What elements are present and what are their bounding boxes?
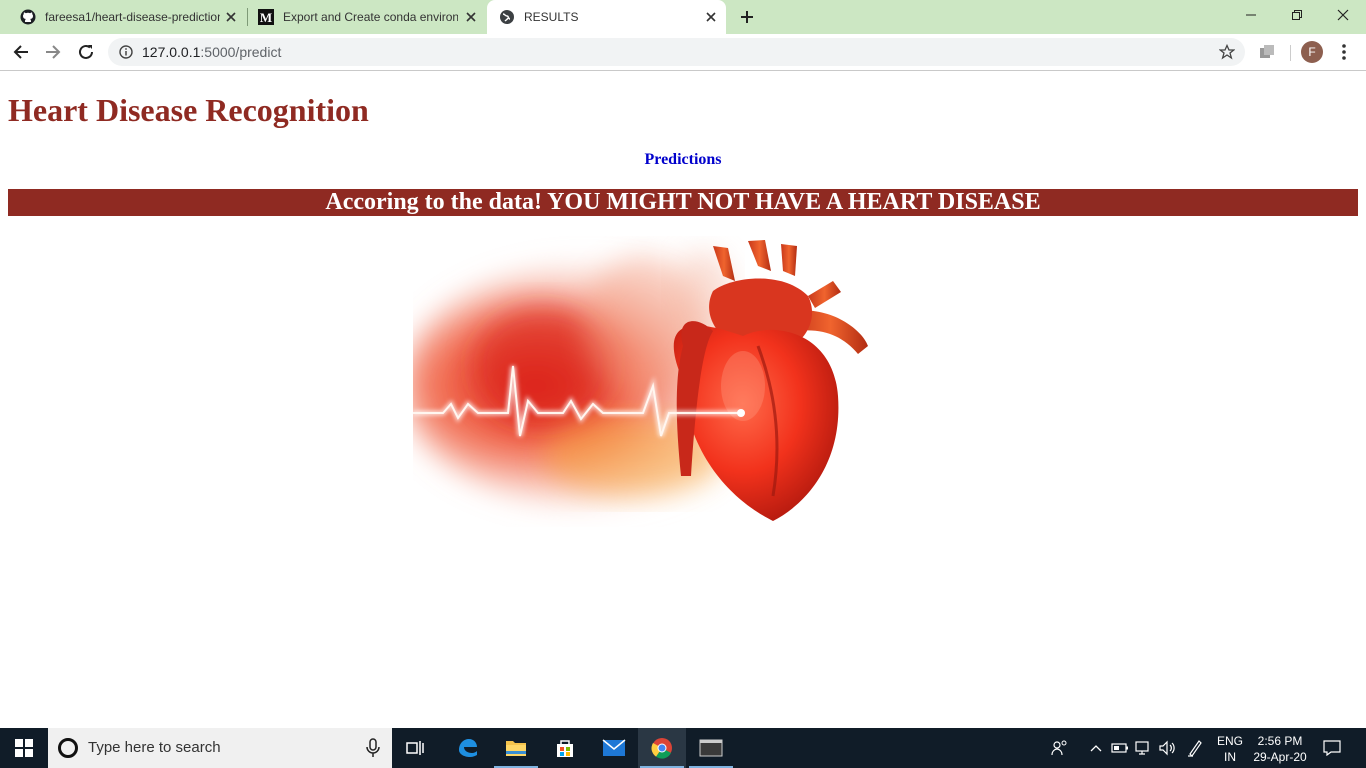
section-heading: Predictions: [644, 151, 722, 168]
close-icon[interactable]: [705, 11, 717, 23]
mail-icon: [602, 739, 626, 756]
clock-date: 29-Apr-20: [1253, 750, 1307, 764]
avatar[interactable]: F: [1301, 41, 1323, 63]
star-icon[interactable]: [1218, 43, 1236, 60]
edge-icon: [459, 739, 477, 757]
url-host: 127.0.0.1: [142, 44, 201, 60]
terminal-icon: [699, 739, 723, 757]
windows-logo-icon: [15, 739, 33, 757]
toolbar-separator: [1290, 45, 1291, 61]
medium-icon: M: [258, 9, 274, 25]
network-icon[interactable]: [1134, 738, 1154, 758]
start-button[interactable]: [0, 728, 48, 768]
chevron-up-icon[interactable]: [1086, 738, 1106, 758]
windows-taskbar: Type here to search ENG IN 2:56 PM 29-Ap…: [0, 728, 1366, 768]
kebab-menu-icon[interactable]: [1336, 43, 1352, 61]
region-code: IN: [1224, 750, 1236, 764]
tab-title: Export and Create conda environ: [283, 10, 458, 24]
address-bar[interactable]: 127.0.0.1:5000/predict: [108, 38, 1245, 66]
tab-github[interactable]: fareesa1/heart-disease-prediction: [0, 0, 246, 34]
taskbar-mail[interactable]: [590, 728, 638, 768]
forward-button[interactable]: [43, 42, 63, 62]
microphone-icon[interactable]: [366, 738, 380, 758]
close-window-button[interactable]: [1320, 0, 1366, 30]
extension-icon[interactable]: [1258, 43, 1276, 61]
taskbar-clock[interactable]: 2:56 PM 29-Apr-20: [1250, 733, 1310, 765]
people-icon[interactable]: [1050, 738, 1070, 758]
taskbar-search-box[interactable]: Type here to search: [48, 728, 392, 768]
chrome-icon: [651, 738, 672, 759]
tab-strip: fareesa1/heart-disease-prediction M Expo…: [0, 0, 1366, 34]
taskbar-store[interactable]: [541, 728, 589, 768]
tab-medium[interactable]: M Export and Create conda environ: [248, 0, 486, 34]
arrow-left-icon: [13, 45, 28, 59]
tab-title: RESULTS: [524, 10, 579, 24]
minimize-button[interactable]: [1228, 0, 1274, 30]
page-title: Heart Disease Recognition: [8, 92, 369, 128]
prediction-result-banner: Accoring to the data! YOU MIGHT NOT HAVE…: [8, 189, 1358, 216]
arrow-right-icon: [46, 45, 61, 59]
svg-text:M: M: [260, 10, 272, 25]
browser-toolbar: 127.0.0.1:5000/predict F: [0, 34, 1366, 71]
back-button[interactable]: [11, 42, 31, 62]
tab-results[interactable]: RESULTS: [487, 0, 726, 34]
globe-icon: [499, 9, 515, 25]
taskbar-file-explorer[interactable]: [492, 728, 540, 768]
taskbar-chrome[interactable]: [638, 728, 686, 768]
cortana-icon: [58, 738, 78, 758]
reload-button[interactable]: [76, 42, 96, 62]
task-view-button[interactable]: [392, 728, 440, 768]
battery-icon[interactable]: [1110, 738, 1130, 758]
close-icon[interactable]: [225, 11, 237, 23]
taskbar-terminal[interactable]: [687, 728, 735, 768]
info-icon[interactable]: [119, 45, 133, 59]
language-code: ENG: [1216, 734, 1243, 748]
folder-icon: [506, 741, 526, 756]
restore-button[interactable]: [1274, 0, 1320, 30]
page-content: Heart Disease Recognition Predictions Ac…: [0, 72, 1366, 728]
input-language-indicator[interactable]: ENG IN: [1214, 733, 1246, 765]
search-placeholder: Type here to search: [88, 739, 221, 756]
store-icon: [557, 740, 573, 757]
tab-title: fareesa1/heart-disease-prediction: [45, 10, 220, 24]
heart-ecg-image: [413, 236, 958, 527]
url-text[interactable]: 127.0.0.1:5000/predict: [142, 44, 281, 60]
volume-icon[interactable]: [1158, 738, 1178, 758]
reload-icon: [79, 44, 93, 59]
github-icon: [20, 9, 36, 25]
new-tab-button[interactable]: [738, 8, 756, 26]
clock-time: 2:56 PM: [1257, 734, 1303, 748]
notification-icon[interactable]: [1322, 738, 1342, 758]
task-view-icon: [406, 741, 424, 755]
taskbar-edge[interactable]: [443, 728, 491, 768]
close-icon[interactable]: [465, 11, 477, 23]
pen-icon[interactable]: [1185, 738, 1205, 758]
url-path: :5000/predict: [200, 44, 282, 60]
